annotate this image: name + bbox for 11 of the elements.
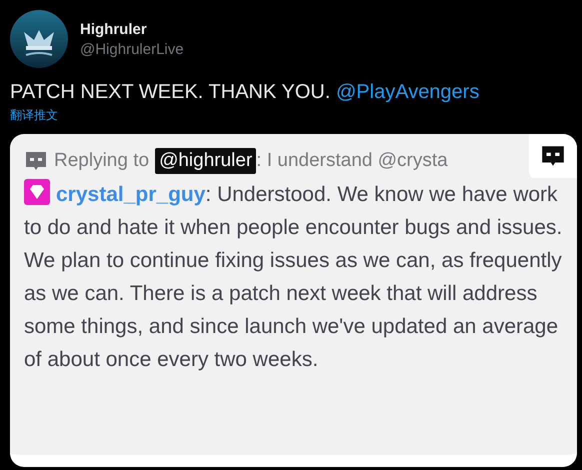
translate-link[interactable]: 翻译推文 [10,107,58,124]
reply-text: : I understand @crysta [256,150,448,172]
mention-link[interactable]: @PlayAvengers [336,81,480,103]
gem-badge-icon [24,179,50,205]
author-name[interactable]: Highruler [80,20,184,38]
reply-mention[interactable]: @highruler [155,148,256,174]
chat-message: crystal_pr_guy: Understood. We know we have work to do and hate it when people encounter bugs and issues. We plan to continue fixing issues as we can, as frequently as we can. There is a patch next week that will address some things, and since launch we've updated an average of about once every two weeks. [24,178,569,376]
author-handle[interactable]: @HighrulerLive [80,40,184,58]
avatar [10,10,68,68]
tweet-text: PATCH NEXT WEEK. THANK YOU. @PlayAvengers [10,81,480,104]
replying-label: Replying to [54,150,150,172]
